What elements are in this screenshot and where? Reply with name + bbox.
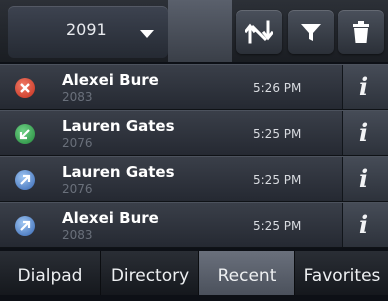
- outgoing-call-icon: [15, 216, 35, 236]
- call-info-button[interactable]: i: [342, 203, 388, 247]
- caller-name: Alexei Bure: [62, 209, 159, 227]
- bottom-tab-bar: Dialpad Directory Recent Favorites: [0, 251, 388, 295]
- call-info-button[interactable]: i: [342, 111, 388, 155]
- tab-dialpad[interactable]: Dialpad: [0, 251, 100, 295]
- caller-number: 2076: [62, 182, 93, 196]
- info-icon: i: [359, 164, 369, 193]
- delete-button[interactable]: [338, 10, 384, 54]
- call-row[interactable]: Alexei Bure 2083 5:26 PM i: [0, 64, 388, 110]
- tab-directory[interactable]: Directory: [100, 251, 199, 295]
- call-info-button[interactable]: i: [342, 157, 388, 201]
- chevron-down-icon: [140, 30, 154, 38]
- filter-funnel-icon: [301, 24, 321, 41]
- top-bar-divider: [168, 0, 232, 62]
- info-icon: i: [359, 118, 369, 147]
- incoming-call-icon: [15, 124, 35, 144]
- filter-button[interactable]: [288, 10, 334, 54]
- caller-name: Lauren Gates: [62, 117, 175, 135]
- sort-arrows-icon: [245, 20, 273, 44]
- trash-icon: [353, 21, 369, 43]
- caller-name: Lauren Gates: [62, 163, 175, 181]
- missed-call-icon: [15, 78, 35, 98]
- caller-number: 2083: [62, 228, 93, 242]
- sort-button[interactable]: [236, 10, 282, 54]
- tab-favorites[interactable]: Favorites: [294, 251, 388, 295]
- call-time: 5:25 PM: [253, 127, 302, 141]
- call-time: 5:25 PM: [253, 173, 302, 187]
- call-info-button[interactable]: i: [342, 65, 388, 109]
- call-time: 5:26 PM: [253, 81, 302, 95]
- info-icon: i: [359, 72, 369, 101]
- line-number: 2091: [66, 20, 107, 39]
- info-icon: i: [359, 210, 369, 239]
- caller-name: Alexei Bure: [62, 71, 159, 89]
- call-time: 5:25 PM: [253, 219, 302, 233]
- line-selector[interactable]: 2091: [8, 6, 168, 58]
- tab-recent[interactable]: Recent: [198, 251, 295, 295]
- call-row[interactable]: Alexei Bure 2083 5:25 PM i: [0, 202, 388, 248]
- top-bar: 2091: [0, 0, 388, 62]
- caller-number: 2076: [62, 136, 93, 150]
- call-row[interactable]: Lauren Gates 2076 5:25 PM i: [0, 110, 388, 156]
- caller-number: 2083: [62, 90, 93, 104]
- call-row[interactable]: Lauren Gates 2076 5:25 PM i: [0, 156, 388, 202]
- outgoing-call-icon: [15, 170, 35, 190]
